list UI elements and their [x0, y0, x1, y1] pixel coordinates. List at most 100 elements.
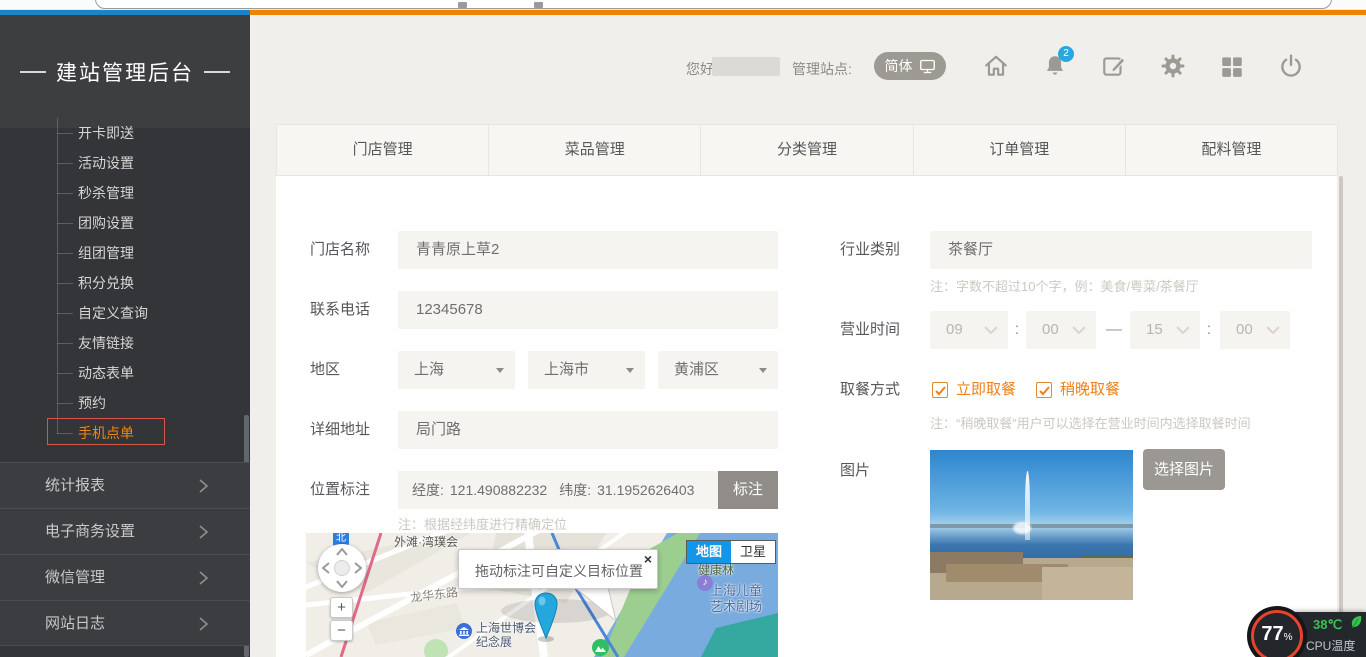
location-map[interactable]: 外滩·湾璞会 龙华东路 上海世博会 纪念展 健康林 ♪ 上海儿童 艺术剧场 北 … — [306, 533, 778, 657]
main-accent-bar — [250, 10, 1366, 15]
language-label: 简体 — [885, 56, 913, 76]
sidebar-section-wechat-manage[interactable]: 微信管理 — [0, 554, 250, 600]
image-label: 图片 — [840, 452, 870, 490]
district-select[interactable]: 黄浦区 — [658, 351, 778, 389]
greeting-text: 您好 — [686, 59, 714, 79]
tooltip-pointer — [561, 587, 621, 625]
map-zoom-out-button[interactable]: − — [330, 620, 353, 641]
tooltip-close-icon[interactable]: × — [644, 551, 652, 567]
store-name-label: 门店名称 — [310, 231, 370, 269]
power-logout-icon[interactable] — [1278, 53, 1304, 79]
chevron-down-icon — [1266, 326, 1280, 335]
pickup-now-label[interactable]: 立即取餐 — [956, 371, 1016, 409]
map-type-map-button[interactable]: 地图 — [687, 541, 731, 563]
map-tooltip-text: 拖动标注可自定义目标位置 — [459, 561, 659, 581]
sidebar-item-custom-query[interactable]: 自定义查询 — [0, 298, 250, 328]
title-dash-right — [204, 71, 230, 73]
cpu-usage-percent: 77% — [1247, 623, 1307, 646]
cpu-temperature-label: CPU温度 — [1306, 637, 1355, 654]
pan-up-icon[interactable] — [336, 548, 348, 556]
pan-down-icon[interactable] — [336, 580, 348, 588]
pickup-later-label[interactable]: 稍晚取餐 — [1060, 371, 1120, 409]
latitude-value: 31.1952626403 — [597, 482, 694, 498]
cpu-usage-gauge: 77% — [1247, 606, 1307, 657]
park-poi-icon[interactable] — [592, 639, 609, 656]
location-coords-field[interactable]: 经度: 121.490882232 纬度: 31.1952626403 — [398, 471, 718, 509]
region-label: 地区 — [310, 351, 340, 389]
choose-image-button[interactable]: 选择图片 — [1143, 449, 1225, 490]
cpu-temperature-value: 38℃ — [1313, 617, 1342, 633]
chevron-right-icon — [196, 478, 212, 494]
pan-left-icon[interactable] — [322, 562, 330, 574]
browser-extension-icon[interactable] — [458, 2, 467, 8]
home-icon[interactable] — [983, 53, 1009, 79]
museum-poi-icon[interactable] — [456, 623, 472, 639]
pan-right-icon[interactable] — [354, 562, 362, 574]
app-title: 建站管理后台 — [56, 57, 194, 87]
map-pin-icon[interactable] — [532, 591, 560, 643]
map-pan-control[interactable] — [318, 544, 366, 592]
monitor-icon — [919, 59, 936, 74]
open-hour-select[interactable]: 09 — [930, 311, 1008, 349]
content-scrollbar[interactable] — [1339, 176, 1343, 657]
language-toggle[interactable]: 简体 — [874, 52, 946, 80]
tab-ingredient-manage[interactable]: 配料管理 — [1125, 125, 1337, 175]
edit-icon[interactable] — [1101, 53, 1127, 79]
chevron-right-icon — [196, 616, 212, 632]
store-photo — [930, 450, 1133, 600]
tab-store-manage[interactable]: 门店管理 — [277, 125, 488, 175]
dropdown-arrow-icon — [626, 368, 634, 373]
pickup-label: 取餐方式 — [840, 371, 900, 409]
sidebar-item-activity-settings[interactable]: 活动设置 — [0, 148, 250, 178]
map-label-expo-2: 纪念展 — [476, 633, 512, 650]
location-label: 位置标注 — [310, 471, 370, 509]
title-dash-left — [20, 71, 46, 73]
pickup-note: 注：“稍晚取餐”用户可以选择在营业时间内选择取餐时间 — [930, 413, 1251, 432]
browser-strip — [0, 0, 1366, 10]
latitude-label: 纬度: — [559, 482, 591, 498]
sidebar-section-ecommerce-settings[interactable]: 电子商务设置 — [0, 508, 250, 554]
time-range-dash: — — [1102, 311, 1126, 349]
chevron-down-icon — [1176, 326, 1190, 335]
map-type-satellite-button[interactable]: 卫星 — [731, 541, 775, 563]
browser-extension-icon[interactable] — [534, 2, 543, 8]
module-tabs: 门店管理 菜品管理 分类管理 订单管理 配料管理 — [276, 124, 1338, 176]
store-name-input[interactable]: 青青原上草2 — [398, 231, 778, 269]
sidebar-item-reservation[interactable]: 预约 — [0, 388, 250, 418]
longitude-value: 121.490882232 — [450, 482, 547, 498]
map-label-theater-2: 艺术剧场 — [710, 596, 762, 615]
industry-input[interactable]: 茶餐厅 — [930, 231, 1312, 269]
close-minute-select[interactable]: 00 — [1220, 311, 1290, 349]
pickup-now-checkbox[interactable] — [932, 382, 948, 398]
province-select[interactable]: 上海 — [398, 351, 515, 389]
sidebar-item-dynamic-forms[interactable]: 动态表单 — [0, 358, 250, 388]
city-select[interactable]: 上海市 — [528, 351, 645, 389]
tab-category-manage[interactable]: 分类管理 — [700, 125, 912, 175]
sidebar-item-points-exchange[interactable]: 积分兑换 — [0, 268, 250, 298]
pickup-later-checkbox[interactable] — [1036, 382, 1052, 398]
longitude-label: 经度: — [412, 482, 444, 498]
time-colon: : — [1012, 311, 1022, 349]
sidebar-item-flash-sale[interactable]: 秒杀管理 — [0, 178, 250, 208]
mark-location-button[interactable]: 标注 — [718, 471, 778, 509]
sidebar-item-group-manage[interactable]: 组团管理 — [0, 238, 250, 268]
sidebar-section-statistics[interactable]: 统计报表 — [0, 462, 250, 508]
map-zoom-in-button[interactable]: + — [330, 597, 353, 618]
settings-gear-icon[interactable] — [1160, 53, 1186, 79]
manage-site-label: 管理站点: — [792, 59, 852, 79]
browser-address-bar[interactable] — [95, 0, 1332, 9]
sidebar-item-friend-links[interactable]: 友情链接 — [0, 328, 250, 358]
phone-input[interactable]: 12345678 — [398, 291, 778, 329]
sidebar-section-site-logs[interactable]: 网站日志 — [0, 600, 250, 646]
apps-grid-icon[interactable] — [1219, 53, 1245, 79]
open-minute-select[interactable]: 00 — [1026, 311, 1096, 349]
sidebar-item-group-buy[interactable]: 团购设置 — [0, 208, 250, 238]
address-input[interactable]: 局门路 — [398, 411, 778, 449]
tab-dish-manage[interactable]: 菜品管理 — [488, 125, 700, 175]
dropdown-arrow-icon — [496, 368, 504, 373]
close-hour-select[interactable]: 15 — [1130, 311, 1200, 349]
tab-order-manage[interactable]: 订单管理 — [913, 125, 1125, 175]
sidebar-header: 建站管理后台 — [0, 15, 250, 128]
sidebar-item-open-card-gift[interactable]: 开卡即送 — [0, 118, 250, 148]
map-pan-knob[interactable] — [334, 560, 350, 576]
